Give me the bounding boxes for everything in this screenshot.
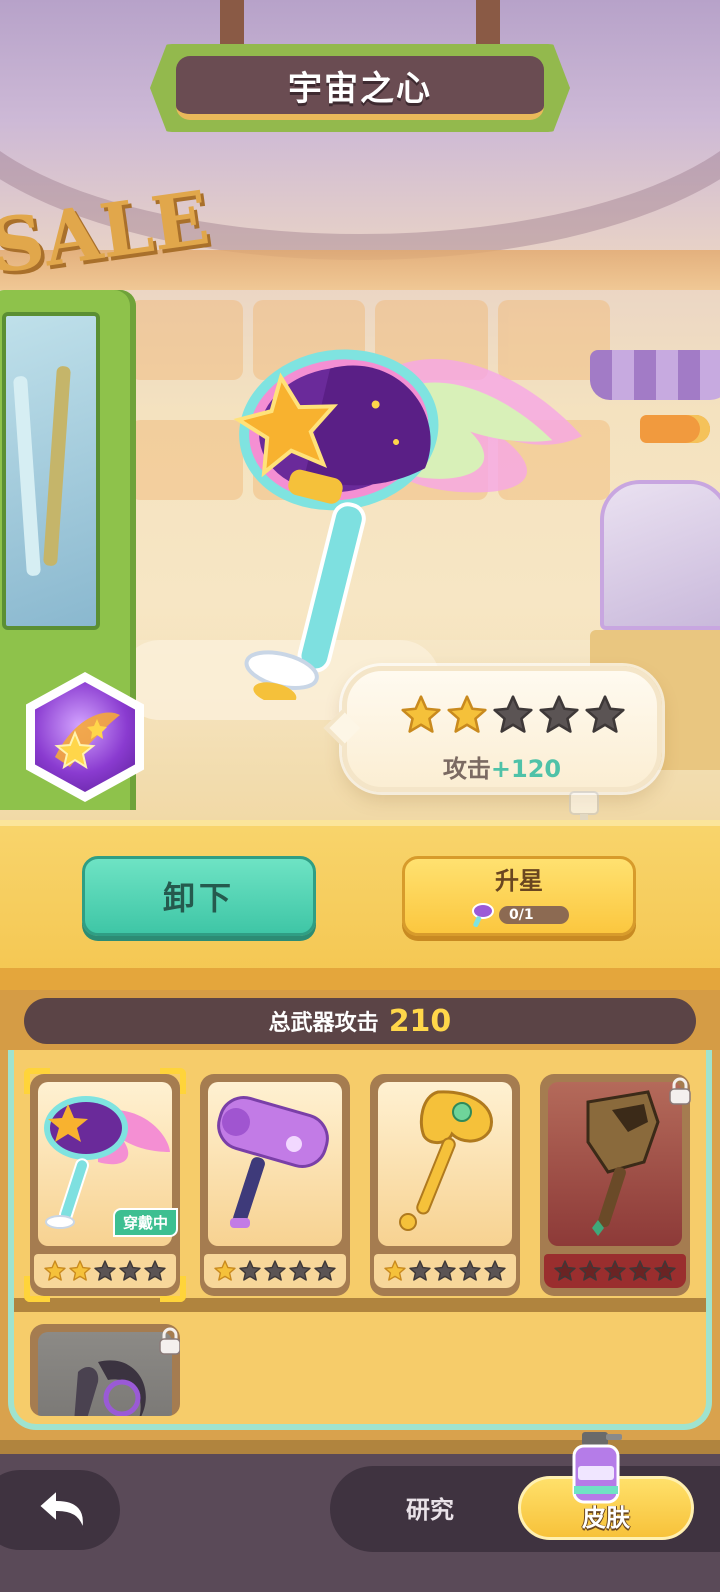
shooting-star-skill-icon xyxy=(35,682,135,792)
inventory-row-divider xyxy=(14,1298,706,1312)
attack-stat: 攻击+120 xyxy=(347,749,657,784)
card-art xyxy=(208,1082,342,1246)
machine-awning xyxy=(590,350,720,400)
selection-corner xyxy=(24,1276,50,1302)
weapon-title: 宇宙之心 xyxy=(288,68,432,109)
star-empty-icon xyxy=(604,1260,626,1281)
upgrade-cost-bar: 0/1 xyxy=(499,905,569,924)
total-attack-value: 210 xyxy=(388,1003,452,1039)
card-star-row xyxy=(374,1254,516,1288)
plaque-hanger xyxy=(476,0,500,48)
star-empty-icon xyxy=(434,1260,456,1281)
weapon-card-golden-scepter[interactable] xyxy=(370,1074,520,1296)
star-empty-icon xyxy=(654,1260,676,1281)
star-empty-icon xyxy=(459,1260,481,1281)
star-empty-icon xyxy=(579,1260,601,1281)
bottom-nav: 研究 皮肤 xyxy=(0,1432,720,1592)
star-filled-icon xyxy=(214,1260,236,1281)
rocket-toy xyxy=(640,415,710,443)
attack-stat-bonus: +120 xyxy=(490,755,562,783)
star-rating-panel: 攻击+120 xyxy=(323,666,662,792)
selection-corner xyxy=(160,1068,186,1094)
unequip-button[interactable]: 卸下 xyxy=(82,856,316,936)
star-empty-icon xyxy=(289,1260,311,1281)
total-attack-bar: 总武器攻击 210 xyxy=(0,990,720,1050)
card-art xyxy=(38,1332,172,1416)
star-filled-icon xyxy=(447,695,487,733)
bottom-tabs: 研究 皮肤 xyxy=(330,1432,720,1552)
star-empty-icon xyxy=(94,1260,116,1281)
total-attack-pill: 总武器攻击 210 xyxy=(24,998,696,1044)
tab-research[interactable]: 研究 xyxy=(370,1490,490,1530)
back-button[interactable] xyxy=(0,1470,120,1550)
upgrade-cost-value: 0/1 xyxy=(509,906,534,923)
attack-stat-label: 攻击 xyxy=(442,755,491,783)
star-filled-icon xyxy=(69,1260,91,1281)
action-panel: 卸下 升星 0/1 xyxy=(0,820,720,990)
upgrade-star-button[interactable]: 升星 0/1 xyxy=(402,856,636,936)
water-gun-display xyxy=(13,375,41,577)
plaque-hanger xyxy=(220,0,244,48)
upgrade-cost: 0/1 xyxy=(469,902,569,928)
total-attack-label: 总武器攻击 xyxy=(268,1011,379,1036)
dark-crescent-blade-icon xyxy=(74,1360,146,1416)
weapon-card-cosmic-star-hammer[interactable]: 穿戴中 xyxy=(24,1068,186,1302)
equipped-tag: 穿戴中 xyxy=(112,1208,178,1237)
golden-scepter-icon xyxy=(399,1090,493,1231)
star-empty-icon xyxy=(629,1260,651,1281)
hammer-shard-icon xyxy=(472,902,494,927)
star-empty-icon xyxy=(264,1260,286,1281)
star-empty-icon xyxy=(554,1260,576,1281)
selection-corner xyxy=(24,1068,50,1094)
back-arrow-icon xyxy=(37,1487,85,1531)
star-empty-icon xyxy=(119,1260,141,1281)
upgrade-button-label: 升星 xyxy=(495,866,543,895)
purple-cat-hammer-icon xyxy=(217,1096,329,1228)
star-empty-icon xyxy=(314,1260,336,1281)
star-empty-icon xyxy=(409,1260,431,1281)
selection-corner xyxy=(160,1276,186,1302)
card-star-row xyxy=(544,1254,686,1288)
wooden-wolf-axe-icon xyxy=(586,1090,660,1236)
cosmic-star-hammer-icon xyxy=(233,349,583,700)
card-star-row xyxy=(204,1254,346,1288)
spray-can-icon xyxy=(572,1432,622,1504)
star-empty-icon xyxy=(239,1260,261,1281)
star-empty-icon xyxy=(539,695,579,733)
card-star-row xyxy=(34,1254,176,1288)
star-filled-icon xyxy=(384,1260,406,1281)
star-empty-icon xyxy=(585,695,625,733)
title-plaque: 宇宙之心 xyxy=(150,0,570,132)
star-empty-icon xyxy=(493,695,533,733)
machine-dome xyxy=(600,480,720,630)
card-art xyxy=(378,1082,512,1246)
weapon-inventory: 穿戴中 xyxy=(0,1050,720,1440)
weapon-card-wooden-wolf-axe[interactable] xyxy=(540,1074,691,1296)
star-empty-icon xyxy=(484,1260,506,1281)
card-art xyxy=(548,1082,682,1246)
star-filled-icon xyxy=(401,695,441,733)
lock-icon xyxy=(159,1327,180,1355)
plaque-inner: 宇宙之心 xyxy=(176,56,544,120)
star-rating xyxy=(399,693,627,737)
weapon-card-purple-cat-hammer[interactable] xyxy=(200,1074,350,1296)
unequip-button-label: 卸下 xyxy=(162,879,235,917)
lock-icon xyxy=(669,1077,691,1105)
weapon-card-dark-crescent-blade[interactable] xyxy=(30,1324,180,1416)
machine-glass xyxy=(2,312,100,630)
water-gun-display xyxy=(43,365,71,567)
